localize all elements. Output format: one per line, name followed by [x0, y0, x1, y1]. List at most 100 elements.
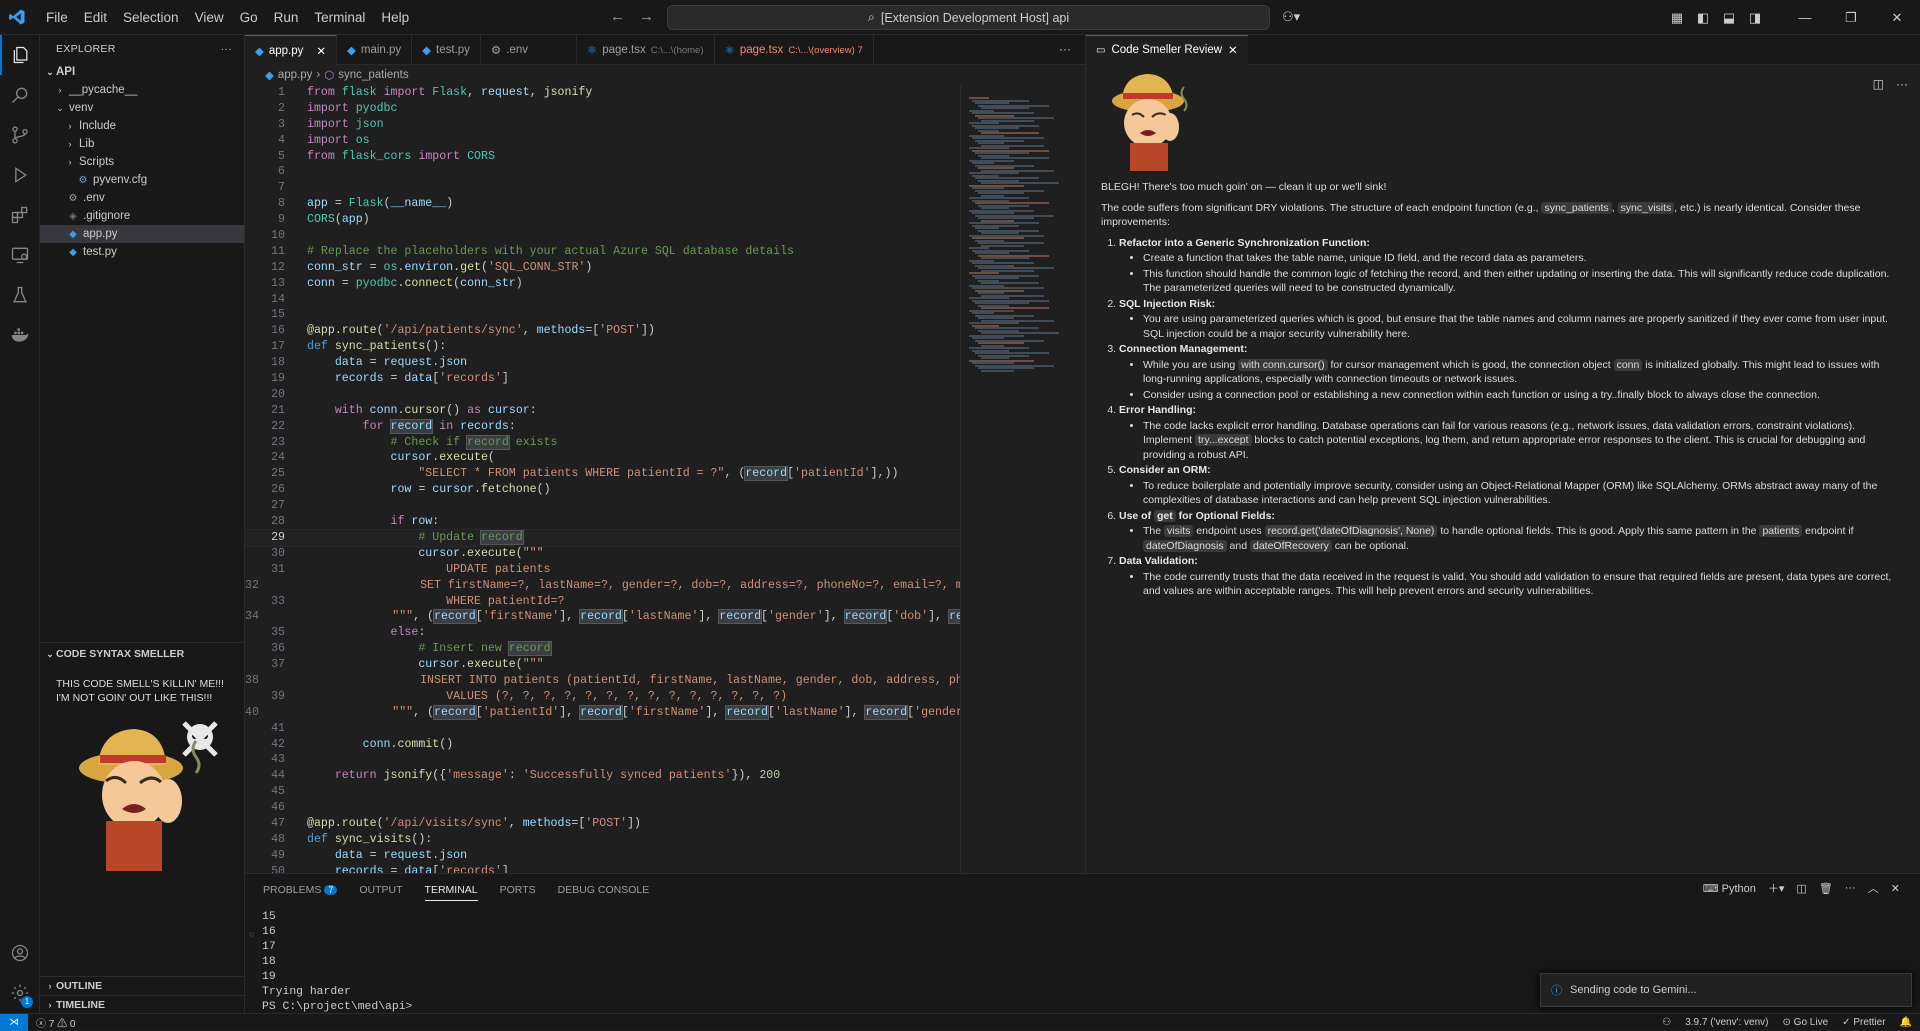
restore-icon[interactable]: ❐	[1828, 10, 1874, 26]
python-file-icon: ◆	[422, 45, 432, 57]
tree-item-pycache[interactable]: › __pycache__	[40, 81, 244, 99]
docker-icon[interactable]	[0, 315, 40, 355]
tree-item-scripts[interactable]: › Scripts	[40, 153, 244, 171]
tab-problems[interactable]: PROBLEMS 7	[263, 884, 338, 896]
prettier-status[interactable]: ✓ Prettier	[1842, 1017, 1885, 1028]
kill-terminal-icon[interactable]: 🗑	[1819, 882, 1833, 895]
go-live-button[interactable]: ⊙ Go Live	[1783, 1017, 1829, 1028]
chevron-down-icon: ⌄	[56, 102, 64, 113]
tab-app-py[interactable]: ◆ app.py ✕	[245, 35, 338, 65]
review-content: BLEGH! There's too much goin' on — clean…	[1086, 180, 1920, 599]
manage-gear-icon[interactable]: 1	[0, 973, 40, 1013]
new-terminal-icon[interactable]: ＋▾	[1768, 880, 1785, 896]
tab-debug-console[interactable]: DEBUG CONSOLE	[558, 884, 650, 896]
outline-header[interactable]: › OUTLINE	[40, 977, 245, 995]
split-terminal-icon[interactable]: ◫	[1796, 882, 1806, 895]
notifications-bell-icon[interactable]: 🔔	[1900, 1017, 1912, 1028]
tree-item-app-py[interactable]: ◆ app.py	[40, 225, 244, 243]
copilot-icon[interactable]: ⚇▾	[1282, 9, 1300, 25]
terminal-shell-selector[interactable]: ⌨ Python	[1703, 882, 1756, 895]
copilot-status-icon[interactable]: ⚇	[1662, 1017, 1671, 1028]
tree-root-label: API	[56, 66, 76, 78]
remote-indicator-icon[interactable]: ⋊	[0, 1013, 28, 1031]
source-control-icon[interactable]	[0, 115, 40, 155]
tab-ports[interactable]: PORTS	[500, 884, 536, 896]
breadcrumb-file[interactable]: app.py	[278, 69, 313, 81]
accounts-icon[interactable]	[0, 933, 40, 973]
menu-edit[interactable]: Edit	[76, 0, 115, 35]
tree-root-api[interactable]: ⌄ API	[40, 63, 244, 81]
command-center-search[interactable]: ⌕ [Extension Development Host] api	[667, 5, 1270, 30]
improvements-list: Refactor into a Generic Synchronization …	[1119, 236, 1904, 599]
toggle-panel-icon[interactable]: ⬓	[1716, 10, 1742, 26]
improvement-item: SQL Injection Risk: You are using parame…	[1119, 297, 1904, 342]
tab-main-py[interactable]: ◆ main.py	[337, 35, 413, 65]
back-arrow-icon[interactable]: ←	[610, 8, 625, 25]
close-window-icon[interactable]: ✕	[1874, 10, 1920, 26]
tab-env[interactable]: ⚙ .env	[481, 35, 577, 65]
remote-explorer-icon[interactable]	[0, 235, 40, 275]
close-tab-icon[interactable]: ✕	[1228, 43, 1238, 57]
customize-layout-icon[interactable]: ▦	[1664, 10, 1690, 26]
tree-item-gitignore[interactable]: ◈ .gitignore	[40, 207, 244, 225]
python-interpreter[interactable]: 3.9.7 ('venv': venv)	[1685, 1017, 1768, 1028]
testing-icon[interactable]	[0, 275, 40, 315]
editor-more-actions-icon[interactable]: ···	[1896, 77, 1908, 91]
extensions-icon[interactable]	[0, 195, 40, 235]
tab-label: .env	[506, 44, 528, 56]
more-actions-icon[interactable]: ···	[221, 43, 232, 55]
code-syntax-smeller-view: ⌄ CODE SYNTAX SMELLER THIS CODE SMELL'S …	[40, 642, 245, 876]
tab-page-tsx-overview[interactable]: ⚛ page.tsx C:\...\(overview) 7	[715, 35, 874, 65]
tab-test-py[interactable]: ◆ test.py	[412, 35, 481, 65]
menu-help[interactable]: Help	[373, 0, 417, 35]
tree-item-env[interactable]: ⚙ .env	[40, 189, 244, 207]
minimap[interactable]	[960, 85, 1080, 873]
menu-bar: File Edit Selection View Go Run Terminal…	[38, 0, 417, 35]
activity-bar: 1	[0, 35, 40, 1013]
maximize-panel-icon[interactable]: ︿	[1868, 880, 1879, 896]
tab-terminal[interactable]: TERMINAL	[424, 884, 478, 901]
code-editor[interactable]: 1 from flask import Flask, request, jsoni…	[245, 85, 960, 873]
explorer-title: EXPLORER	[56, 43, 116, 55]
close-tab-icon[interactable]: ✕	[316, 44, 326, 58]
toggle-secondary-sidebar-icon[interactable]: ◨	[1742, 10, 1768, 26]
status-bar: ⋊ ⓧ 7 ⚠ 0 ⚇ 3.9.7 ('venv': venv) ⊙ Go Li…	[0, 1013, 1920, 1031]
breadcrumb-symbol[interactable]: sync_patients	[338, 69, 408, 81]
tab-label: page.tsx	[602, 44, 646, 56]
tree-item-include[interactable]: › Include	[40, 117, 244, 135]
menu-selection[interactable]: Selection	[115, 0, 187, 35]
tree-item-test-py[interactable]: ◆ test.py	[40, 243, 244, 261]
tree-item-label: Scripts	[79, 156, 115, 168]
search-sidebar-icon[interactable]	[0, 75, 40, 115]
terminal-line: 18	[262, 956, 276, 968]
tree-item-lib[interactable]: › Lib	[40, 135, 244, 153]
tab-page-tsx-home[interactable]: ⚛ page.tsx C:\...\(home)	[577, 35, 715, 65]
split-editor-icon[interactable]: ◫	[1873, 77, 1884, 91]
tab-code-smeller-review[interactable]: ▭ Code Smeller Review ✕	[1086, 34, 1248, 65]
menu-file[interactable]: File	[38, 0, 76, 35]
close-panel-icon[interactable]: ✕	[1891, 882, 1900, 895]
tree-item-label: .env	[83, 192, 105, 204]
tree-item-pyvenv-cfg[interactable]: ⚙ pyvenv.cfg	[40, 171, 244, 189]
notification-toast[interactable]: ⓘ Sending code to Gemini...	[1540, 973, 1912, 1007]
editor-more-actions-icon[interactable]: ···	[1059, 42, 1071, 56]
more-actions-icon[interactable]: ···	[1845, 882, 1856, 894]
minimize-icon[interactable]: —	[1782, 10, 1828, 25]
tab-output[interactable]: OUTPUT	[359, 884, 402, 896]
menu-view[interactable]: View	[187, 0, 232, 35]
warning-icon: ⚠	[57, 1018, 68, 1030]
problems-status[interactable]: ⓧ 7 ⚠ 0	[36, 1015, 75, 1030]
explorer-icon[interactable]	[0, 35, 40, 75]
run-debug-icon[interactable]	[0, 155, 40, 195]
smeller-header[interactable]: ⌄ CODE SYNTAX SMELLER	[40, 643, 245, 665]
chevron-right-icon: ›	[48, 999, 52, 1010]
tree-item-label: .gitignore	[83, 210, 131, 222]
menu-terminal[interactable]: Terminal	[306, 0, 373, 35]
menu-run[interactable]: Run	[266, 0, 307, 35]
toggle-sidebar-icon[interactable]: ◧	[1690, 10, 1716, 26]
timeline-header[interactable]: › TIMELINE	[40, 995, 245, 1013]
forward-arrow-icon[interactable]: →	[639, 8, 654, 25]
menu-go[interactable]: Go	[232, 0, 266, 35]
tree-item-venv[interactable]: ⌄ venv	[40, 99, 244, 117]
pirate-character-image	[1112, 74, 1188, 171]
